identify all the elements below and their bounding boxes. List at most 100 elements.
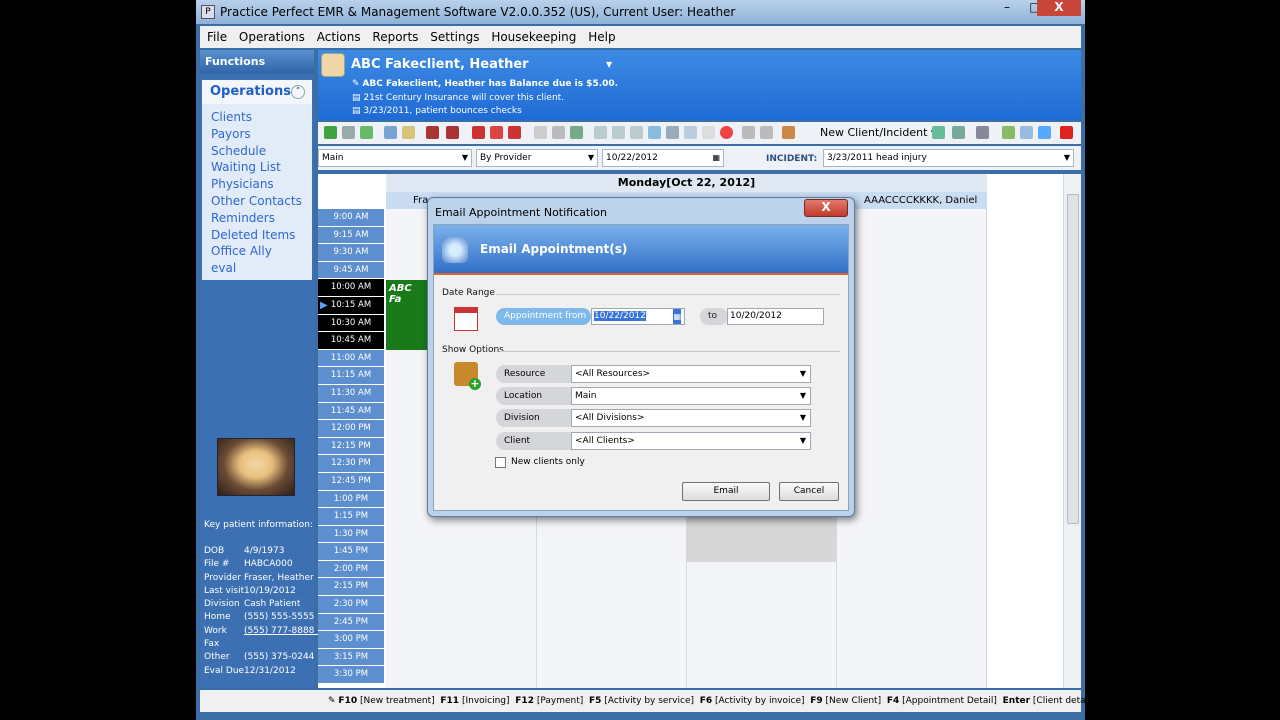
time-slot[interactable]: 3:30 PM [318,666,384,685]
appointment-to-field[interactable]: 10/20/2012 [727,308,824,325]
time-slot[interactable]: 10:30 AM [318,314,384,333]
division-select[interactable]: <All Divisions> ▼ [571,409,811,427]
paste-icon[interactable] [630,126,643,139]
time-slot[interactable]: 12:45 PM [318,472,384,491]
time-slot[interactable]: 1:45 PM [318,543,384,561]
work-phone-link[interactable]: (555) 777-8888 E [244,626,323,636]
nav-payors[interactable]: Payors [211,126,312,143]
nav-clients[interactable]: Clients [211,109,312,126]
nav-office-ally[interactable]: Office Ally [211,243,312,260]
time-slot[interactable]: 11:30 AM [318,384,384,403]
cube-icon[interactable] [648,126,661,139]
time-slot[interactable]: ▶ 10:15 AM [318,296,384,315]
nav-eval[interactable]: eval [211,260,312,277]
provider-column-1[interactable]: Fra [413,192,428,209]
time-slot[interactable]: 1:30 PM [318,525,384,544]
operations-title[interactable]: Operations ˄ [202,80,312,104]
time-slot[interactable]: 10:00 AM [318,279,384,297]
new-clients-only-checkbox[interactable] [495,457,506,468]
record-icon[interactable] [720,126,733,139]
last-icon[interactable] [446,126,459,139]
grid-icon[interactable] [402,126,415,139]
link-icon[interactable] [594,126,607,139]
menu-reports[interactable]: Reports [372,30,418,44]
pen-icon[interactable] [702,126,715,139]
exit-icon[interactable] [1060,126,1073,139]
time-slot[interactable]: 11:45 AM [318,402,384,421]
nav-schedule[interactable]: Schedule [211,143,312,160]
copy-icon[interactable] [612,126,625,139]
menu-operations[interactable]: Operations [239,30,305,44]
provider-column-4[interactable]: AAACCCCKKKK, Daniel [864,192,977,209]
nav-deleted-items[interactable]: Deleted Items [211,227,312,244]
next-icon[interactable] [1038,126,1051,139]
scrollbar-thumb[interactable] [1067,194,1079,524]
time-slot[interactable]: 12:00 PM [318,420,384,438]
client-name[interactable]: ABC Fakeclient, Heather [351,57,529,72]
time-slot[interactable]: 1:15 PM [318,508,384,526]
menu-housekeeping[interactable]: Housekeeping [491,30,576,44]
time-slot[interactable]: 10:45 AM [318,332,384,350]
new-client-icon[interactable] [782,126,795,139]
new-client-incident-button[interactable]: New Client/Incident ▾ [820,126,936,139]
email-button[interactable]: Email [682,482,770,501]
time-slot[interactable]: 11:15 AM [318,367,384,385]
calendar-picker-icon[interactable]: ▦ [712,150,720,166]
doc-icon[interactable] [684,126,697,139]
first-icon[interactable] [426,126,439,139]
menu-help[interactable]: Help [588,30,615,44]
nav-reminders[interactable]: Reminders [211,210,312,227]
time-slot[interactable]: 3:00 PM [318,631,384,649]
box-icon[interactable] [666,126,679,139]
nav-physicians[interactable]: Physicians [211,176,312,193]
add-icon[interactable] [324,126,337,139]
hand-icon[interactable] [534,126,547,139]
nav-other-contacts[interactable]: Other Contacts [211,193,312,210]
time-slot[interactable]: 2:15 PM [318,578,384,597]
forward-arrow-icon[interactable] [508,126,521,139]
time-slot[interactable]: 3:15 PM [318,648,384,667]
time-slot[interactable]: 2:45 PM [318,613,384,632]
time-slot[interactable]: 2:30 PM [318,596,384,614]
view-select[interactable]: By Provider ▼ [476,149,598,167]
time-slot[interactable]: 12:15 PM [318,437,384,456]
menu-file[interactable]: File [207,30,227,44]
dialog-close-button[interactable]: X [804,199,848,217]
recycle-icon[interactable] [1002,126,1015,139]
chart-icon[interactable] [742,126,755,139]
date-field[interactable]: 10/22/2012 ▦ [602,149,724,167]
vertical-scrollbar[interactable] [1063,174,1081,688]
incident-select[interactable]: 3/23/2011 head injury ▼ [823,149,1074,167]
cancel-button[interactable]: Cancel [779,482,839,501]
back-arrow-icon[interactable] [472,126,485,139]
image-icon[interactable] [932,126,945,139]
network-icon[interactable] [976,126,989,139]
time-slot[interactable]: 12:30 PM [318,455,384,473]
menu-actions[interactable]: Actions [317,30,361,44]
location-select[interactable]: Main ▼ [318,149,472,167]
client-dropdown-icon[interactable]: ▼ [606,60,612,69]
time-slot[interactable]: 9:15 AM [318,226,384,245]
nav-waiting-list[interactable]: Waiting List [211,159,312,176]
close-button[interactable]: X [1037,0,1081,16]
time-slot[interactable]: 11:00 AM [318,349,384,368]
edit-icon[interactable] [360,126,373,139]
note-icon[interactable] [552,126,565,139]
location-select[interactable]: Main ▼ [571,387,811,405]
time-slot[interactable]: 9:00 AM [318,209,384,227]
time-slot[interactable]: 9:45 AM [318,261,384,280]
export-icon[interactable] [952,126,965,139]
report-icon[interactable] [760,126,773,139]
refresh-icon[interactable] [490,126,503,139]
time-slot[interactable]: 2:00 PM [318,560,384,579]
appointment-block[interactable]: ABC Fa [386,280,430,350]
time-slot[interactable]: 9:30 AM [318,244,384,262]
client-select[interactable]: <All Clients> ▼ [571,432,811,450]
stop-icon[interactable] [342,126,355,139]
collapse-chevron-icon[interactable]: ˄ [291,85,305,99]
calendar-picker-icon[interactable]: ▦ [673,309,681,324]
resource-select[interactable]: <All Resources> ▼ [571,365,811,383]
time-slot[interactable]: 1:00 PM [318,490,384,509]
minimize-button[interactable]: – [993,0,1021,16]
menu-settings[interactable]: Settings [430,30,479,44]
